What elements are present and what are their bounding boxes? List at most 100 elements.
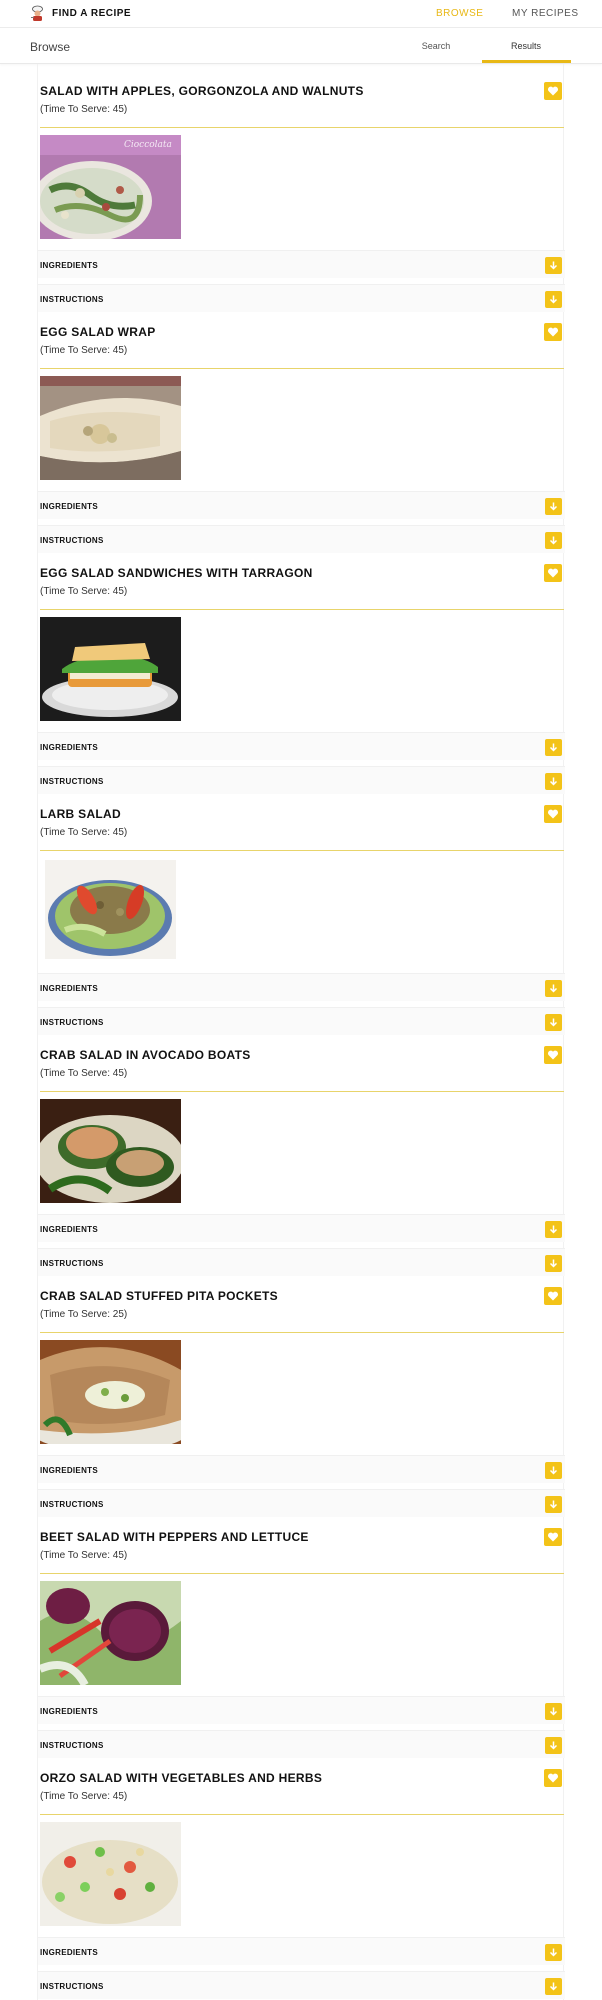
recipe-image bbox=[45, 860, 176, 959]
recipe-time: (Time To Serve: 25) bbox=[40, 1309, 128, 1320]
heart-icon bbox=[547, 809, 559, 819]
heart-icon bbox=[547, 1291, 559, 1301]
recipe-card: CRAB SALAD STUFFED PITA POCKETS (Time To… bbox=[38, 1269, 565, 1517]
recipe-time: (Time To Serve: 45) bbox=[40, 1550, 128, 1561]
expand-button[interactable] bbox=[545, 1221, 562, 1238]
instructions-label: INSTRUCTIONS bbox=[40, 1741, 104, 1750]
ingredients-label: INGREDIENTS bbox=[40, 743, 98, 752]
recipe-title: CRAB SALAD STUFFED PITA POCKETS bbox=[40, 1289, 278, 1303]
ingredients-toggle[interactable]: INGREDIENTS bbox=[38, 491, 565, 519]
expand-button[interactable] bbox=[545, 1703, 562, 1720]
expand-button[interactable] bbox=[545, 739, 562, 756]
ingredients-toggle[interactable]: INGREDIENTS bbox=[38, 1455, 565, 1483]
heart-icon bbox=[547, 1050, 559, 1060]
favorite-button[interactable] bbox=[544, 1528, 562, 1546]
heart-icon bbox=[547, 327, 559, 337]
arrow-down-icon bbox=[549, 1018, 558, 1027]
nav-browse[interactable]: BROWSE bbox=[436, 8, 483, 19]
divider bbox=[40, 368, 564, 369]
instructions-toggle[interactable]: INSTRUCTIONS bbox=[38, 1971, 565, 1999]
divider bbox=[40, 127, 564, 128]
arrow-down-icon bbox=[549, 1259, 558, 1268]
tab-results[interactable]: Results bbox=[482, 41, 570, 51]
divider bbox=[40, 850, 564, 851]
heart-icon bbox=[547, 86, 559, 96]
svg-text:Cioccolata: Cioccolata bbox=[124, 140, 172, 150]
heart-icon bbox=[547, 1532, 559, 1542]
recipe-card: ORZO SALAD WITH VEGETABLES AND HERBS (Ti… bbox=[38, 1751, 565, 1999]
divider bbox=[40, 1814, 564, 1815]
recipe-image bbox=[40, 1099, 181, 1203]
favorite-button[interactable] bbox=[544, 805, 562, 823]
recipe-image bbox=[40, 1581, 181, 1685]
ingredients-toggle[interactable]: INGREDIENTS bbox=[38, 1696, 565, 1724]
ingredients-label: INGREDIENTS bbox=[40, 261, 98, 270]
favorite-button[interactable] bbox=[544, 1046, 562, 1064]
instructions-label: INSTRUCTIONS bbox=[40, 295, 104, 304]
recipe-time: (Time To Serve: 45) bbox=[40, 1068, 128, 1079]
recipe-image bbox=[40, 1822, 181, 1926]
expand-button[interactable] bbox=[545, 257, 562, 274]
ingredients-label: INGREDIENTS bbox=[40, 1948, 98, 1957]
ingredients-toggle[interactable]: INGREDIENTS bbox=[38, 973, 565, 1001]
expand-button[interactable] bbox=[545, 1462, 562, 1479]
heart-icon bbox=[547, 1773, 559, 1783]
recipe-card: EGG SALAD SANDWICHES WITH TARRAGON (Time… bbox=[38, 546, 565, 794]
instructions-label: INSTRUCTIONS bbox=[40, 777, 104, 786]
recipe-time: (Time To Serve: 45) bbox=[40, 1791, 128, 1802]
arrow-down-icon bbox=[549, 1466, 558, 1475]
arrow-down-icon bbox=[549, 1707, 558, 1716]
recipe-title: LARB SALAD bbox=[40, 807, 121, 821]
divider bbox=[40, 1573, 564, 1574]
results-list: SALAD WITH APPLES, GORGONZOLA AND WALNUT… bbox=[37, 64, 565, 2000]
recipe-title: BEET SALAD WITH PEPPERS AND LETTUCE bbox=[40, 1530, 309, 1544]
recipe-card: BEET SALAD WITH PEPPERS AND LETTUCE (Tim… bbox=[38, 1510, 565, 1758]
favorite-button[interactable] bbox=[544, 323, 562, 341]
favorite-button[interactable] bbox=[544, 1769, 562, 1787]
recipe-card: SALAD WITH APPLES, GORGONZOLA AND WALNUT… bbox=[38, 64, 565, 312]
divider bbox=[40, 1332, 564, 1333]
recipe-card: LARB SALAD (Time To Serve: 45) INGREDIEN… bbox=[38, 787, 565, 1035]
tab-search[interactable]: Search bbox=[408, 41, 464, 51]
arrow-down-icon bbox=[549, 502, 558, 511]
arrow-down-icon bbox=[549, 1225, 558, 1234]
arrow-down-icon bbox=[549, 1741, 558, 1750]
nav-my-recipes[interactable]: MY RECIPES bbox=[512, 8, 579, 19]
expand-button[interactable] bbox=[545, 1978, 562, 1995]
page-title: Browse bbox=[30, 40, 71, 54]
arrow-down-icon bbox=[549, 295, 558, 304]
expand-button[interactable] bbox=[545, 498, 562, 515]
divider bbox=[40, 609, 564, 610]
recipe-image bbox=[40, 376, 181, 480]
recipe-card: CRAB SALAD IN AVOCADO BOATS (Time To Ser… bbox=[38, 1028, 565, 1276]
arrow-down-icon bbox=[549, 1500, 558, 1509]
recipe-time: (Time To Serve: 45) bbox=[40, 104, 128, 115]
instructions-label: INSTRUCTIONS bbox=[40, 536, 104, 545]
expand-button[interactable] bbox=[545, 1944, 562, 1961]
ingredients-toggle[interactable]: INGREDIENTS bbox=[38, 250, 565, 278]
recipe-title: EGG SALAD WRAP bbox=[40, 325, 156, 339]
recipe-title: EGG SALAD SANDWICHES WITH TARRAGON bbox=[40, 566, 313, 580]
instructions-label: INSTRUCTIONS bbox=[40, 1259, 104, 1268]
recipe-title: CRAB SALAD IN AVOCADO BOATS bbox=[40, 1048, 251, 1062]
instructions-label: INSTRUCTIONS bbox=[40, 1500, 104, 1509]
recipe-title: SALAD WITH APPLES, GORGONZOLA AND WALNUT… bbox=[40, 84, 364, 98]
ingredients-label: INGREDIENTS bbox=[40, 1225, 98, 1234]
ingredients-toggle[interactable]: INGREDIENTS bbox=[38, 732, 565, 760]
top-navbar: FIND A RECIPE BROWSE MY RECIPES bbox=[0, 0, 602, 28]
expand-button[interactable] bbox=[545, 980, 562, 997]
arrow-down-icon bbox=[549, 1982, 558, 1991]
recipe-image: Cioccolata bbox=[40, 135, 181, 239]
recipe-time: (Time To Serve: 45) bbox=[40, 827, 128, 838]
arrow-down-icon bbox=[549, 261, 558, 270]
favorite-button[interactable] bbox=[544, 82, 562, 100]
favorite-button[interactable] bbox=[544, 1287, 562, 1305]
favorite-button[interactable] bbox=[544, 564, 562, 582]
ingredients-toggle[interactable]: INGREDIENTS bbox=[38, 1937, 565, 1965]
arrow-down-icon bbox=[549, 984, 558, 993]
brand-name: FIND A RECIPE bbox=[52, 8, 132, 19]
arrow-down-icon bbox=[549, 777, 558, 786]
recipe-image bbox=[40, 617, 181, 721]
recipe-title: ORZO SALAD WITH VEGETABLES AND HERBS bbox=[40, 1771, 323, 1785]
ingredients-toggle[interactable]: INGREDIENTS bbox=[38, 1214, 565, 1242]
